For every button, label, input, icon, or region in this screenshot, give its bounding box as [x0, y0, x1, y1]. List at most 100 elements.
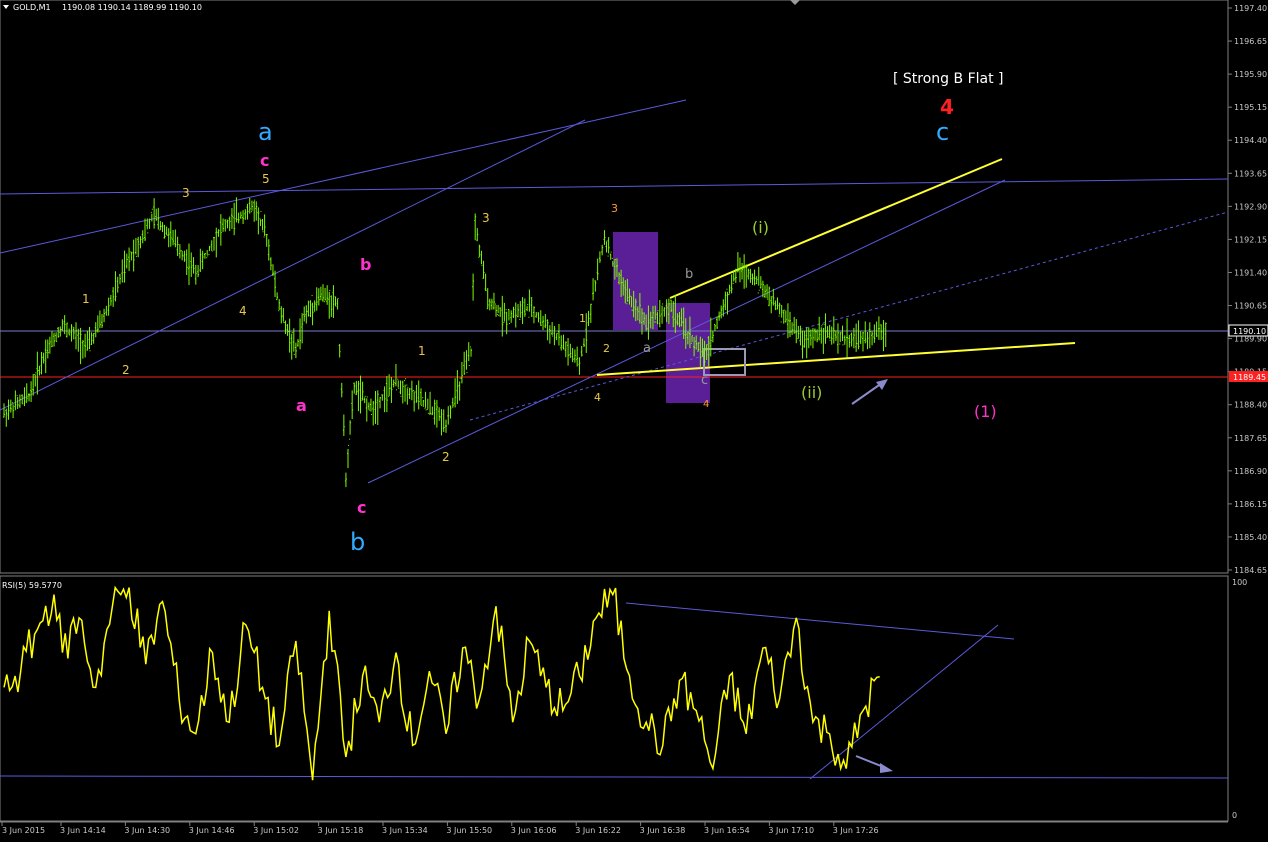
price-bar [5, 408, 8, 427]
price-bar [774, 300, 777, 311]
price-bar [305, 305, 308, 324]
price-bar [292, 328, 295, 355]
price-bar [875, 321, 878, 338]
dropdown-icon[interactable] [3, 5, 9, 9]
time-tick-label: 3 Jun 14:30 [124, 826, 170, 835]
price-tick-label: 1192.15 [1234, 235, 1267, 244]
price-bar [203, 252, 206, 259]
red-level-text: 1189.45 [1233, 373, 1266, 382]
price-bar [172, 230, 175, 246]
price-bar [454, 378, 457, 408]
small-label-s15: b [685, 267, 693, 282]
price-bar [181, 250, 184, 261]
price-bar [3, 403, 5, 418]
price-bar [474, 213, 477, 241]
price-bar [324, 287, 327, 303]
price-bar [406, 384, 409, 405]
price-bar [791, 322, 794, 336]
time-tick-label: 3 Jun 17:10 [768, 826, 814, 835]
price-bar [194, 264, 197, 285]
price-bar [206, 250, 209, 259]
price-bar [497, 304, 500, 316]
current-price-text: 1190.10 [1233, 327, 1266, 336]
price-bar [836, 323, 839, 354]
price-bar [338, 343, 341, 358]
price-bar [495, 303, 498, 317]
price-tick-label: 1192.90 [1234, 202, 1267, 211]
wave-c-cyan-label: c [936, 118, 949, 146]
price-bar [822, 323, 825, 354]
price-bar [580, 345, 583, 357]
price-bar [18, 394, 21, 408]
price-bar [9, 399, 12, 413]
price-bar [361, 381, 364, 401]
price-bar [880, 324, 883, 340]
price-bar [353, 382, 356, 394]
price-bar [472, 273, 475, 301]
price-bar [578, 357, 581, 375]
scroll-marker-icon[interactable] [790, 0, 800, 5]
price-bar [144, 218, 147, 242]
price-bar [139, 236, 142, 249]
price-bar [724, 291, 727, 311]
price-bar [25, 383, 28, 404]
price-bar [855, 323, 858, 352]
price-bar [582, 338, 585, 347]
price-bar [456, 370, 459, 404]
price-bar [546, 319, 549, 341]
price-tick-label: 1196.65 [1234, 37, 1267, 46]
price-bar [46, 339, 49, 359]
price-bar [447, 406, 450, 425]
price-tick-label: 1186.90 [1234, 467, 1267, 476]
price-bar [309, 300, 312, 318]
price-bar [230, 208, 233, 229]
price-bar [12, 402, 15, 419]
price-bar [523, 298, 526, 317]
price-bar [192, 257, 195, 274]
price-bar [526, 304, 529, 312]
price-bar [141, 230, 144, 244]
price-bar [98, 310, 101, 332]
price-bar [383, 386, 386, 413]
price-bar [7, 399, 10, 420]
price-bar [426, 398, 429, 414]
price-bar [759, 276, 762, 289]
price-bar [77, 328, 80, 352]
price-bar [276, 292, 279, 301]
price-bar [661, 303, 664, 324]
price-bar [219, 214, 222, 246]
price-bar [564, 341, 567, 358]
price-bar [601, 244, 604, 256]
price-bar [167, 228, 170, 248]
price-bar [850, 332, 853, 347]
price-bar [197, 265, 200, 278]
price-bar [210, 240, 213, 252]
wave-ii-label: (ii) [801, 383, 822, 402]
price-bar [440, 409, 443, 436]
price-bar [286, 324, 289, 336]
price-bar [61, 319, 64, 332]
price-bar [379, 397, 382, 409]
price-bar [224, 219, 227, 232]
price-bar [846, 318, 849, 358]
price-bar [359, 375, 362, 414]
price-bar [72, 326, 75, 340]
price-bar [728, 284, 731, 296]
price-tick-label: 1191.40 [1234, 268, 1267, 277]
price-bar [424, 391, 427, 411]
time-tick-label: 3 Jun 16:22 [575, 826, 621, 835]
price-bar [429, 391, 432, 415]
price-bar [48, 336, 51, 354]
price-bar [603, 230, 606, 245]
price-bar [155, 208, 158, 221]
price-bar [303, 306, 306, 322]
price-bar [658, 300, 661, 328]
price-bar [157, 207, 160, 230]
price-bar [290, 331, 293, 360]
price-bar [499, 307, 502, 317]
price-bar [23, 387, 26, 407]
price-bar [130, 251, 133, 261]
price-bar [68, 328, 71, 336]
price-bar [514, 302, 517, 328]
price-bar [592, 278, 595, 301]
